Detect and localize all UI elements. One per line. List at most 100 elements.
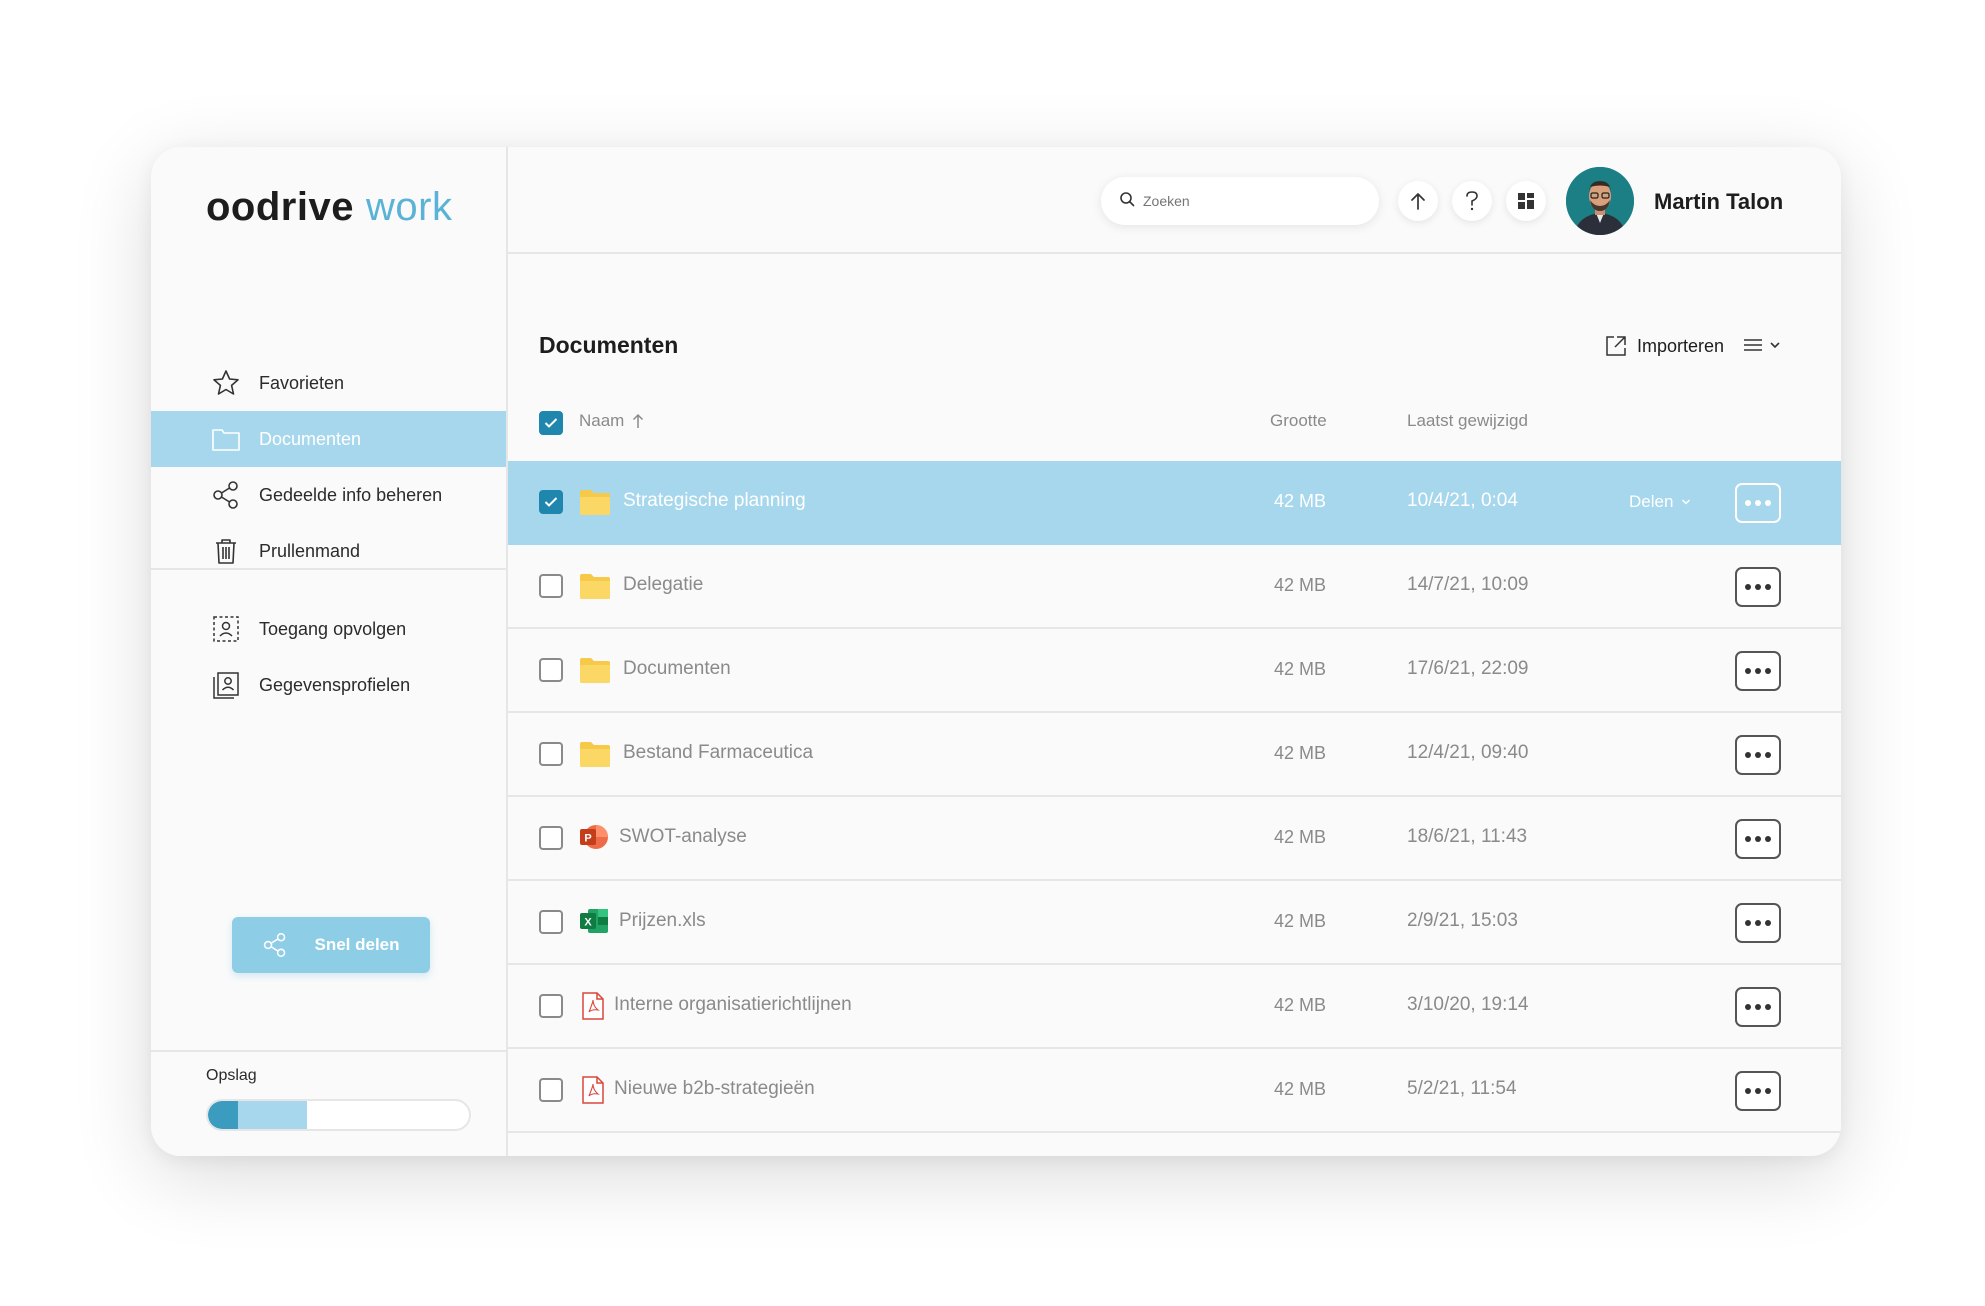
sidebar-divider bbox=[151, 568, 506, 570]
file-name[interactable]: Documenten bbox=[623, 658, 731, 680]
file-name[interactable]: Prijzen.xls bbox=[619, 910, 706, 932]
row-checkbox[interactable] bbox=[539, 994, 563, 1018]
column-size-header[interactable]: Grootte bbox=[1270, 411, 1327, 431]
more-actions-button[interactable] bbox=[1735, 987, 1781, 1027]
file-modified-date: 17/6/21, 22:09 bbox=[1407, 658, 1529, 679]
row-checkbox[interactable] bbox=[539, 910, 563, 934]
more-actions-button[interactable] bbox=[1735, 567, 1781, 607]
column-modified-header[interactable]: Laatst gewijzigd bbox=[1407, 411, 1528, 431]
quick-share-label: Snel delen bbox=[314, 935, 400, 954]
excel-icon: X bbox=[579, 908, 611, 936]
share-dropdown[interactable]: Delen bbox=[1629, 492, 1691, 512]
file-modified-date: 3/10/20, 19:14 bbox=[1407, 994, 1529, 1015]
sidebar-item-favorites[interactable]: Favorieten bbox=[151, 355, 506, 411]
file-name[interactable]: Bestand Farmaceutica bbox=[623, 742, 813, 764]
file-name[interactable]: SWOT-analyse bbox=[619, 826, 747, 848]
row-checkbox[interactable] bbox=[539, 574, 563, 598]
app-window: oodrive work Favorieten Documenten Gedee… bbox=[151, 147, 1841, 1156]
file-modified-date: 14/7/21, 10:09 bbox=[1407, 574, 1529, 595]
more-dots-icon bbox=[1745, 584, 1771, 590]
share-icon bbox=[211, 480, 241, 510]
file-modified-date: 12/4/21, 09:40 bbox=[1407, 742, 1529, 763]
sidebar-item-documents[interactable]: Documenten bbox=[151, 411, 506, 467]
more-actions-button[interactable] bbox=[1735, 483, 1781, 523]
sidebar-item-access-tracking[interactable]: Toegang opvolgen bbox=[151, 601, 506, 657]
file-list: Strategische planning 42 MB 10/4/21, 0:04 D… bbox=[508, 461, 1841, 1133]
sidebar-item-trash[interactable]: Prullenmand bbox=[151, 523, 506, 579]
file-name[interactable]: Nieuwe b2b-strategieën bbox=[614, 1078, 815, 1100]
svg-text:X: X bbox=[584, 917, 592, 929]
table-row[interactable]: Delegatie 42 MB 14/7/21, 10:09 bbox=[508, 545, 1841, 629]
file-name[interactable]: Strategische planning bbox=[623, 490, 806, 512]
more-dots-icon bbox=[1745, 668, 1771, 674]
top-bar: Martin Talon bbox=[508, 147, 1841, 254]
table-row[interactable]: Bestand Farmaceutica 42 MB 12/4/21, 09:40 bbox=[508, 713, 1841, 797]
table-row[interactable]: Documenten 42 MB 17/6/21, 22:09 bbox=[508, 629, 1841, 713]
more-dots-icon bbox=[1745, 1004, 1771, 1010]
more-dots-icon bbox=[1745, 920, 1771, 926]
share-icon bbox=[262, 932, 288, 958]
grid-icon bbox=[1518, 193, 1534, 209]
sidebar-nav-secondary: Toegang opvolgen Gegevensprofielen bbox=[151, 601, 506, 713]
import-button[interactable]: Importeren bbox=[1605, 335, 1724, 357]
more-actions-button[interactable] bbox=[1735, 903, 1781, 943]
upload-button[interactable] bbox=[1398, 181, 1438, 221]
table-header: Naam Grootte Laatst gewijzigd bbox=[508, 397, 1841, 447]
more-actions-button[interactable] bbox=[1735, 735, 1781, 775]
file-size: 42 MB bbox=[1274, 659, 1327, 679]
sidebar-item-label: Favorieten bbox=[259, 372, 345, 393]
search-input[interactable] bbox=[1143, 193, 1363, 209]
table-row[interactable]: P SWOT-analyse 42 MB 18/6/21, 11:43 bbox=[508, 797, 1841, 881]
list-view-icon bbox=[1744, 339, 1762, 351]
quick-share-button[interactable]: Snel delen bbox=[232, 917, 430, 973]
help-button[interactable] bbox=[1452, 181, 1492, 221]
file-modified-date: 2/9/21, 15:03 bbox=[1407, 910, 1518, 931]
star-icon bbox=[211, 368, 241, 398]
apps-button[interactable] bbox=[1506, 181, 1546, 221]
file-modified-date: 10/4/21, 0:04 bbox=[1407, 490, 1518, 511]
file-size: 42 MB bbox=[1274, 491, 1327, 511]
table-row[interactable]: Interne organisatierichtlijnen 42 MB 3/10/… bbox=[508, 965, 1841, 1049]
file-size: 42 MB bbox=[1274, 743, 1327, 763]
file-size: 42 MB bbox=[1274, 911, 1327, 931]
more-actions-button[interactable] bbox=[1735, 819, 1781, 859]
row-checkbox[interactable] bbox=[539, 490, 563, 514]
file-name[interactable]: Delegatie bbox=[623, 574, 703, 596]
sidebar-item-data-profiles[interactable]: Gegevensprofielen bbox=[151, 657, 506, 713]
user-name[interactable]: Martin Talon bbox=[1654, 189, 1783, 215]
column-name-header[interactable]: Naam bbox=[579, 411, 644, 431]
view-options-dropdown[interactable] bbox=[1743, 337, 1781, 353]
user-frame-icon bbox=[211, 614, 241, 644]
profile-card-icon bbox=[211, 670, 241, 700]
logo-brand: oodrive bbox=[206, 185, 354, 229]
pdf-icon bbox=[581, 992, 613, 1020]
sidebar-item-label: Prullenmand bbox=[259, 540, 361, 561]
table-row[interactable]: Strategische planning 42 MB 10/4/21, 0:04 D… bbox=[508, 461, 1841, 545]
sidebar: oodrive work Favorieten Documenten Gedee… bbox=[151, 147, 508, 1156]
check-icon bbox=[544, 497, 558, 507]
avatar[interactable] bbox=[1566, 167, 1634, 235]
logo-suffix: work bbox=[365, 185, 453, 229]
sidebar-item-shared-info[interactable]: Gedeelde info beheren bbox=[151, 467, 506, 523]
sidebar-item-label: Toegang opvolgen bbox=[259, 618, 407, 639]
folder-icon bbox=[211, 424, 241, 454]
logo[interactable]: oodrive work bbox=[206, 185, 452, 230]
storage-progress-bar bbox=[206, 1099, 471, 1131]
sidebar-item-label: Gegevensprofielen bbox=[259, 674, 411, 695]
row-checkbox[interactable] bbox=[539, 1078, 563, 1102]
row-checkbox[interactable] bbox=[539, 826, 563, 850]
file-name[interactable]: Interne organisatierichtlijnen bbox=[614, 994, 852, 1016]
more-actions-button[interactable] bbox=[1735, 1071, 1781, 1111]
powerpoint-icon: P bbox=[579, 824, 611, 852]
file-size: 42 MB bbox=[1274, 575, 1327, 595]
search-box[interactable] bbox=[1101, 177, 1379, 225]
table-row[interactable]: X Prijzen.xls 42 MB 2/9/21, 15:03 bbox=[508, 881, 1841, 965]
more-actions-button[interactable] bbox=[1735, 651, 1781, 691]
row-checkbox[interactable] bbox=[539, 658, 563, 682]
page-title: Documenten bbox=[539, 332, 679, 358]
file-size: 42 MB bbox=[1274, 1079, 1327, 1099]
row-checkbox[interactable] bbox=[539, 742, 563, 766]
select-all-checkbox[interactable] bbox=[539, 411, 563, 435]
table-row[interactable]: Nieuwe b2b-strategieën 42 MB 5/2/21, 11:54 bbox=[508, 1049, 1841, 1133]
more-dots-icon bbox=[1745, 752, 1771, 758]
